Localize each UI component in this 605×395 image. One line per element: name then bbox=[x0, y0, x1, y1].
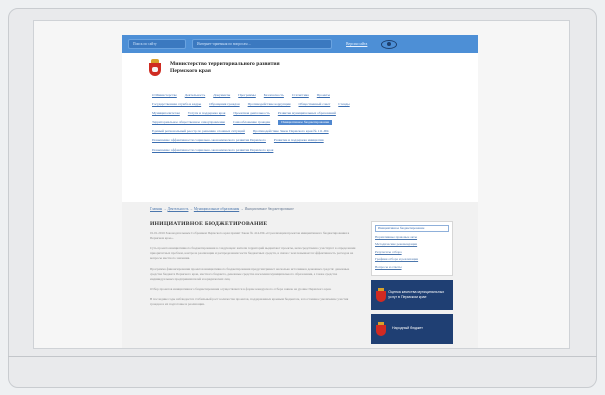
search-input[interactable]: Поиск по сайту bbox=[128, 39, 186, 49]
nav-item[interactable]: Развитие муниципальных образований bbox=[278, 111, 336, 116]
web-page: Поиск по сайту Интернет-приемная по вопр… bbox=[122, 35, 478, 348]
reception-search-input[interactable]: Интернет-приемная по вопросам ... bbox=[192, 39, 332, 49]
nav-item[interactable]: Повышение эффективности социально-эконом… bbox=[152, 148, 273, 153]
breadcrumb-item[interactable]: Муниципальные образования bbox=[194, 207, 239, 211]
site-version-link[interactable]: Версия сайта bbox=[346, 42, 367, 46]
people-budget-banner[interactable]: Народный бюджет bbox=[371, 313, 453, 344]
nav-item[interactable]: Государственная служба и кадры bbox=[152, 102, 201, 107]
sidebar: Инициативное бюджетирование Нормативные … bbox=[371, 221, 453, 344]
nav-row: Повышение эффективности социально-эконом… bbox=[152, 148, 464, 153]
banner-text: Оценка качества муниципальных услуг в Пе… bbox=[388, 289, 445, 299]
ministry-title-line1: Министерство территориального развития bbox=[170, 61, 280, 67]
breadcrumb: Главная → Деятельность → Муниципальные о… bbox=[150, 207, 294, 211]
nav-item[interactable]: Деятельность bbox=[185, 93, 205, 98]
article-paragraph: Суть проекта инициативного бюджетировани… bbox=[150, 246, 356, 261]
nav-row: Повышение эффективности социально-эконом… bbox=[152, 138, 464, 143]
nav-row: Единый региональный реестр по решению сл… bbox=[152, 129, 464, 134]
top-bar: Поиск по сайту Интернет-приемная по вопр… bbox=[122, 35, 478, 53]
eye-icon[interactable] bbox=[381, 39, 398, 49]
sidebar-menu: Инициативное бюджетирование Нормативные … bbox=[371, 221, 453, 276]
nav-item[interactable]: Повышение эффективности социально-эконом… bbox=[152, 138, 266, 143]
nav-item[interactable]: Общественный совет bbox=[299, 102, 331, 107]
nav-item[interactable]: Развитие и поддержка инициатив bbox=[274, 138, 324, 143]
breadcrumb-current: Инициативное бюджетирование bbox=[244, 207, 294, 211]
nav-item[interactable]: Единый региональный реестр по решению сл… bbox=[152, 129, 245, 134]
nav-item[interactable]: Муниципалитетам bbox=[152, 111, 180, 116]
nav-item[interactable]: Обращения граждан bbox=[209, 102, 239, 107]
frame-divider bbox=[8, 356, 597, 357]
ministry-title[interactable]: Министерство территориального развития П… bbox=[170, 61, 280, 75]
nav-item[interactable]: Проекты bbox=[317, 93, 330, 98]
nav-item[interactable]: Проектная деятельность bbox=[233, 111, 269, 116]
screenshot-area: Поиск по сайту Интернет-приемная по вопр… bbox=[33, 20, 570, 349]
nav-item[interactable]: Стенды bbox=[338, 102, 349, 107]
nav-item[interactable]: Безопасность bbox=[264, 93, 284, 98]
sidebar-item[interactable]: Графики отбора и реализации bbox=[375, 257, 449, 262]
nav-item[interactable]: Документы bbox=[213, 93, 230, 98]
article-paragraph: В последние годы наблюдается стабильный … bbox=[150, 297, 349, 307]
nav-item[interactable]: Статистика bbox=[292, 93, 309, 98]
nav-item[interactable]: Территориальное общественное самоуправле… bbox=[152, 120, 225, 125]
nav-item-active[interactable]: Инициативное бюджетирование bbox=[278, 120, 333, 126]
breadcrumb-item[interactable]: Главная bbox=[150, 207, 162, 211]
ministry-title-line2: Пермского края bbox=[170, 68, 211, 74]
nav-row: О Министерстве Деятельность Документы Пр… bbox=[152, 93, 464, 98]
crest-icon bbox=[376, 287, 386, 302]
nav-row: Государственная служба и кадры Обращения… bbox=[152, 102, 464, 107]
article-body: 01.01.2016 Законодательным Собранием Пер… bbox=[150, 231, 360, 312]
banner-text: Народный бюджет bbox=[392, 326, 423, 331]
site-header: Министерство территориального развития П… bbox=[122, 53, 478, 89]
article-paragraph: Отбор проектов инициативного бюджетирова… bbox=[150, 286, 332, 291]
article-paragraph: 01.01.2016 Законодательным Собранием Пер… bbox=[150, 231, 350, 240]
breadcrumb-item[interactable]: Деятельность bbox=[167, 207, 188, 211]
nav-item[interactable]: Самообложение граждан bbox=[233, 120, 270, 125]
nav-row: Территориальное общественное самоуправле… bbox=[152, 120, 464, 126]
sidebar-item[interactable]: Результаты отбора bbox=[375, 250, 449, 255]
main-nav: О Министерстве Деятельность Документы Пр… bbox=[122, 89, 478, 153]
page-title: ИНИЦИАТИВНОЕ БЮДЖЕТИРОВАНИЕ bbox=[150, 221, 268, 227]
nav-item[interactable]: Противодействие коррупции bbox=[248, 102, 291, 107]
sidebar-item[interactable]: Методические рекомендации bbox=[375, 242, 449, 247]
crest-icon bbox=[148, 59, 162, 77]
nav-item[interactable]: Услуги и поддержка края bbox=[188, 111, 226, 116]
nav-item[interactable]: Противодействие Закон Пермского края № 1… bbox=[253, 129, 329, 134]
nav-row: Муниципалитетам Услуги и поддержка края … bbox=[152, 111, 464, 116]
nav-item[interactable]: Программы bbox=[238, 93, 256, 98]
sidebar-item[interactable]: Вопросы и ответы bbox=[375, 265, 449, 270]
nav-item[interactable]: О Министерстве bbox=[152, 93, 177, 98]
sidebar-item-current[interactable]: Инициативное бюджетирование bbox=[375, 225, 449, 233]
sidebar-item[interactable]: Нормативные правовые акты bbox=[375, 235, 449, 240]
crest-icon bbox=[376, 321, 386, 336]
article-paragraph: Программа финансирования проектов инициа… bbox=[150, 266, 350, 281]
services-quality-banner[interactable]: Оценка качества муниципальных услуг в Пе… bbox=[371, 279, 453, 310]
